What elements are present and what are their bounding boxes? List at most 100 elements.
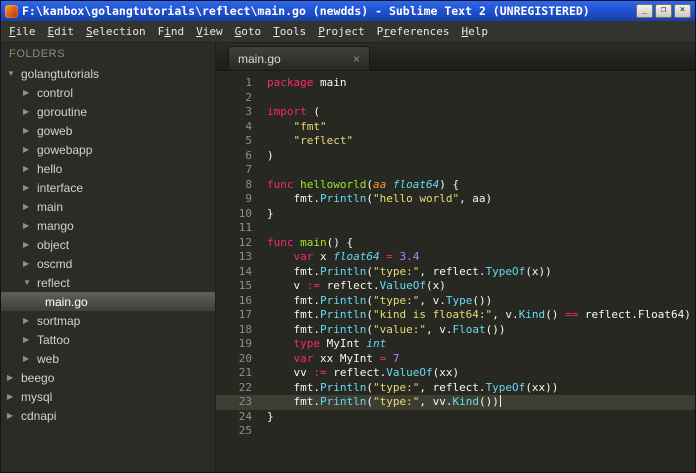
- code-token: fmt.: [267, 308, 320, 321]
- code-line-12[interactable]: 12 func main() {: [216, 236, 695, 251]
- code-token: "hello world": [372, 192, 460, 205]
- code-line-25[interactable]: 25: [216, 424, 695, 439]
- maximize-button[interactable]: ❐: [655, 4, 672, 18]
- code-token: Kind: [452, 395, 479, 408]
- folder-goweb[interactable]: ▶ goweb: [1, 121, 215, 140]
- code-token: ) {: [439, 177, 460, 191]
- code-token: (: [366, 308, 373, 321]
- chevron-down-icon[interactable]: ▼: [23, 278, 37, 287]
- code-line-11[interactable]: 11: [216, 221, 695, 236]
- code-token: Println: [319, 308, 367, 321]
- chevron-right-icon[interactable]: ▶: [23, 259, 37, 268]
- menu-selection[interactable]: Selection: [80, 22, 152, 41]
- file-main.go[interactable]: main.go: [1, 292, 215, 311]
- folder-goroutine[interactable]: ▶ goroutine: [1, 102, 215, 121]
- chevron-right-icon[interactable]: ▶: [23, 240, 37, 249]
- chevron-right-icon[interactable]: ▶: [23, 221, 37, 230]
- menu-help[interactable]: Help: [455, 22, 494, 41]
- menu-bar: File Edit Selection Find View Goto Tools Projec…: [1, 21, 695, 43]
- folder-reflect[interactable]: ▼ reflect: [1, 273, 215, 292]
- code-token: reflect.Float64): [578, 308, 691, 321]
- folder-main[interactable]: ▶ main: [1, 197, 215, 216]
- code-line-7[interactable]: 7: [216, 163, 695, 178]
- line-number: 9: [245, 192, 252, 205]
- folder-sortmap[interactable]: ▶ sortmap: [1, 311, 215, 330]
- code-line-9[interactable]: 9 fmt.Println("hello world", aa): [216, 192, 695, 207]
- code-line-23[interactable]: 23 fmt.Println("type:", vv.Kind()): [216, 395, 695, 410]
- code-line-15[interactable]: 15 v := reflect.ValueOf(x): [216, 279, 695, 294]
- folder-control[interactable]: ▶ control: [1, 83, 215, 102]
- code-line-16[interactable]: 16 fmt.Println("type:", v.Type()): [216, 294, 695, 309]
- code-token: (: [366, 264, 373, 278]
- menu-find[interactable]: Find: [152, 22, 191, 41]
- folder-mango[interactable]: ▶ mango: [1, 216, 215, 235]
- line-number: 10: [238, 206, 252, 220]
- menu-view[interactable]: View: [190, 22, 229, 41]
- code-line-19[interactable]: 19 type MyInt int: [216, 337, 695, 352]
- minimize-button[interactable]: _: [636, 4, 653, 18]
- code-token: ValueOf: [386, 366, 433, 379]
- chevron-right-icon[interactable]: ▶: [23, 107, 37, 116]
- code-line-14[interactable]: 14 fmt.Println("type:", reflect.TypeOf(x…: [216, 265, 695, 280]
- code-token: fmt.: [267, 380, 320, 394]
- chevron-right-icon[interactable]: ▶: [23, 335, 37, 344]
- folder-cdnapi[interactable]: ▶ cdnapi: [1, 406, 215, 425]
- chevron-right-icon[interactable]: ▶: [23, 354, 37, 363]
- chevron-right-icon[interactable]: ▶: [23, 202, 37, 211]
- code-text: fmt.Println("kind is float64:", v.Kind()…: [252, 308, 691, 323]
- code-line-8[interactable]: 8 func helloworld(aa float64) {: [216, 178, 695, 193]
- close-button[interactable]: ×: [674, 4, 691, 18]
- code-line-17[interactable]: 17 fmt.Println("kind is float64:", v.Kin…: [216, 308, 695, 323]
- folder-beego[interactable]: ▶ beego: [1, 368, 215, 387]
- code-line-18[interactable]: 18 fmt.Println("value:", v.Float()): [216, 323, 695, 338]
- menu-file[interactable]: File: [3, 22, 42, 41]
- code-token: , v.: [419, 293, 446, 307]
- code-token: Float: [452, 322, 486, 336]
- chevron-right-icon[interactable]: ▶: [7, 392, 21, 401]
- code-line-3[interactable]: 3 import (: [216, 105, 695, 120]
- code-line-6[interactable]: 6): [216, 149, 695, 164]
- code-line-1[interactable]: 1 package main: [216, 76, 695, 91]
- code-line-10[interactable]: 10}: [216, 207, 695, 222]
- code-line-21[interactable]: 21 vv := reflect.ValueOf(xx): [216, 366, 695, 381]
- titlebar[interactable]: F:\kanbox\golangtutorials\reflect\main.g…: [1, 1, 695, 21]
- code-line-2[interactable]: 2: [216, 91, 695, 106]
- menu-edit[interactable]: Edit: [42, 22, 81, 41]
- folder-tattoo[interactable]: ▶ Tattoo: [1, 330, 215, 349]
- folder-hello[interactable]: ▶ hello: [1, 159, 215, 178]
- code-line-5[interactable]: 5 "reflect": [216, 134, 695, 149]
- code-line-4[interactable]: 4 "fmt": [216, 120, 695, 135]
- menu-tools[interactable]: Tools: [267, 22, 312, 41]
- chevron-right-icon[interactable]: ▶: [23, 164, 37, 173]
- chevron-right-icon[interactable]: ▶: [7, 373, 21, 382]
- folder-web[interactable]: ▶ web: [1, 349, 215, 368]
- chevron-down-icon[interactable]: ▼: [7, 69, 21, 78]
- chevron-right-icon[interactable]: ▶: [7, 411, 21, 420]
- code-token: MyInt: [320, 337, 367, 350]
- folder-object[interactable]: ▶ object: [1, 235, 215, 254]
- tree-item-label: Tattoo: [37, 332, 70, 347]
- chevron-right-icon[interactable]: ▶: [23, 126, 37, 135]
- menu-goto[interactable]: Goto: [229, 22, 268, 41]
- menu-preferences[interactable]: Preferences: [371, 22, 456, 41]
- code-token: (xx): [432, 366, 460, 379]
- folder-oscmd[interactable]: ▶ oscmd: [1, 254, 215, 273]
- code-line-22[interactable]: 22 fmt.Println("type:", reflect.TypeOf(x…: [216, 381, 695, 396]
- code-line-20[interactable]: 20 var xx MyInt = 7: [216, 352, 695, 367]
- code-token: Println: [319, 395, 367, 408]
- folder-mysql[interactable]: ▶ mysql: [1, 387, 215, 406]
- chevron-right-icon[interactable]: ▶: [23, 316, 37, 325]
- tab-main.go[interactable]: main.go ×: [228, 46, 370, 70]
- tab-close-icon[interactable]: ×: [353, 53, 360, 65]
- chevron-right-icon[interactable]: ▶: [23, 183, 37, 192]
- folder-gowebapp[interactable]: ▶ gowebapp: [1, 140, 215, 159]
- code-editor[interactable]: 1 package main 2 3 import (4 "fmt" 5 "reflect…: [216, 71, 695, 472]
- menu-project[interactable]: Project: [312, 22, 370, 41]
- code-line-13[interactable]: 13 var x float64 = 3.4: [216, 250, 695, 265]
- code-token: TypeOf: [485, 264, 526, 278]
- folder-golangtutorials[interactable]: ▼ golangtutorials: [1, 64, 215, 83]
- folder-interface[interactable]: ▶ interface: [1, 178, 215, 197]
- chevron-right-icon[interactable]: ▶: [23, 145, 37, 154]
- chevron-right-icon[interactable]: ▶: [23, 88, 37, 97]
- code-line-24[interactable]: 24}: [216, 410, 695, 425]
